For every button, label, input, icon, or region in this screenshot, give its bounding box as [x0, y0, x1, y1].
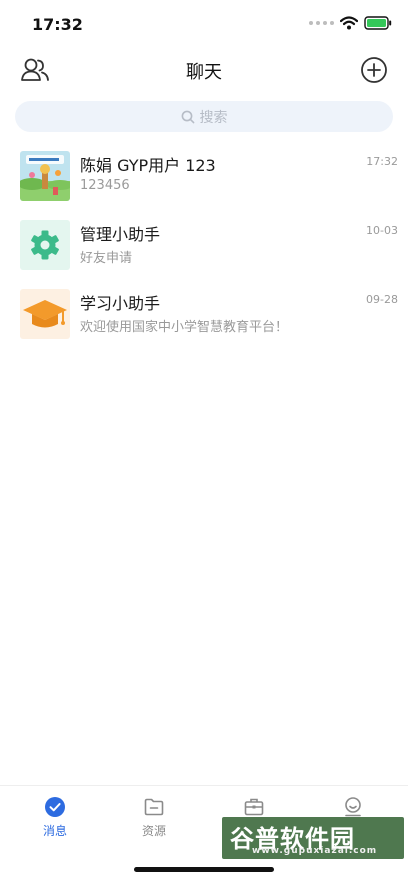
briefcase-icon [244, 798, 264, 816]
folder-icon [144, 798, 164, 816]
battery-icon [364, 16, 392, 30]
chat-preview: 好友申请 [80, 251, 133, 266]
chat-time: 17:32 [366, 155, 398, 168]
add-circle-icon[interactable] [360, 56, 388, 84]
tab-label: 消息 [42, 824, 67, 838]
search-icon [181, 110, 194, 123]
chat-name: 学习小助手 [80, 294, 161, 313]
avatar-class-photo [20, 151, 70, 201]
page-title: 聊天 [186, 62, 222, 83]
chat-name: 管理小助手 [80, 225, 161, 244]
home-indicator [134, 867, 274, 872]
status-time: 17:32 [32, 15, 83, 34]
search-placeholder: 搜索 [199, 109, 228, 126]
chat-preview: 欢迎使用国家中小学智慧教育平台！ [80, 320, 289, 335]
avatar-management-assistant [20, 220, 70, 270]
chat-name: 陈娟 GYP用户 123 [80, 156, 216, 175]
nav-bar: 聊天 [0, 48, 408, 94]
chat-item[interactable]: 管理小助手 好友申请 10-03 [0, 209, 408, 278]
tab-messages[interactable]: 消息 [15, 796, 95, 839]
tab-label: 资源 [141, 824, 166, 838]
chat-item[interactable]: 学习小助手 欢迎使用国家中小学智慧教育平台！ 09-28 [0, 278, 408, 347]
tab-resources[interactable]: 资源 [114, 796, 194, 839]
chat-item[interactable]: 陈娟 GYP用户 123 123456 17:32 [0, 140, 408, 209]
chat-time: 09-28 [366, 293, 398, 306]
search-input[interactable]: 搜索 [15, 101, 393, 132]
chat-time: 10-03 [366, 224, 398, 237]
watermark-url: www.gupuxiazai.com [252, 846, 378, 856]
chat-preview: 123456 [80, 178, 130, 193]
wifi-icon [340, 16, 358, 30]
profile-icon [345, 797, 361, 817]
signal-icon [309, 21, 334, 25]
watermark: 谷普软件园 www.gupuxiazai.com [222, 817, 404, 859]
chat-list: 陈娟 GYP用户 123 123456 17:32 管理小助手 好友申请 10-… [0, 140, 408, 347]
status-icons [309, 16, 392, 30]
chat-check-icon [45, 797, 65, 817]
avatar-study-assistant [20, 289, 70, 339]
status-bar: 17:32 [0, 0, 408, 48]
